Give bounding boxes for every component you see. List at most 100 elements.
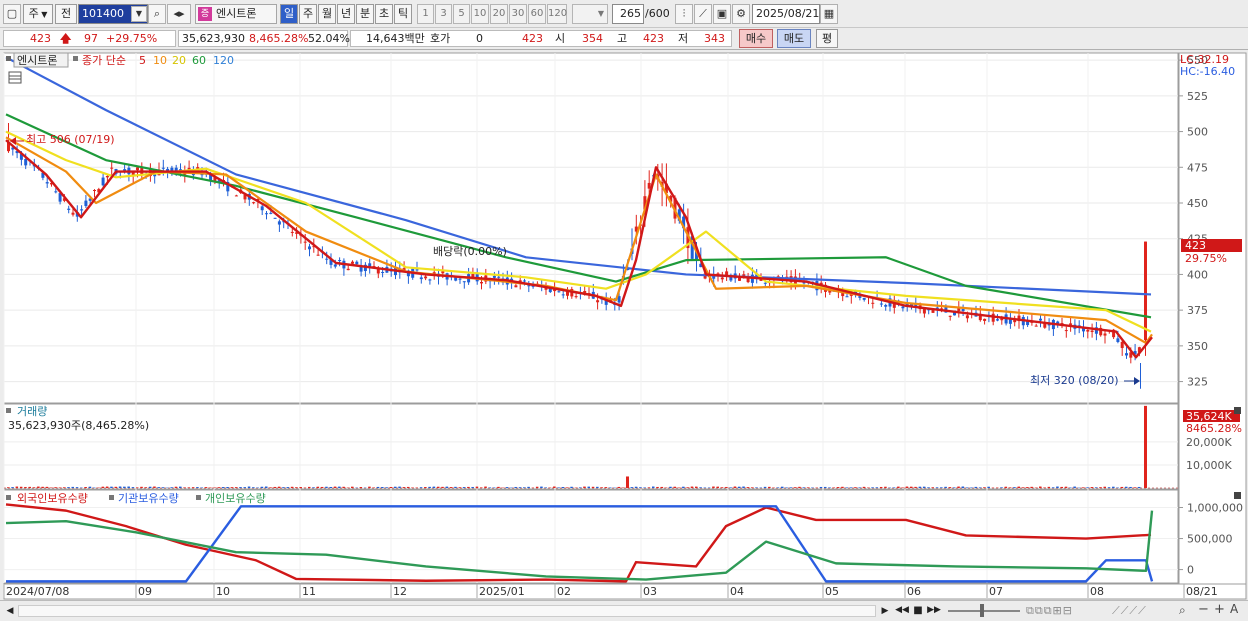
volume-bar: [854, 487, 857, 488]
zoom-out-icon[interactable]: −: [1198, 602, 1209, 617]
volume-bar: [1086, 487, 1089, 488]
candle-body: [110, 167, 114, 169]
volume-bar: [914, 486, 917, 488]
minute-option-button[interactable]: 60: [528, 4, 546, 24]
candle-body: [316, 254, 320, 256]
minute-option-button[interactable]: 120: [547, 4, 567, 24]
calendar-icon[interactable]: ▦: [820, 4, 838, 24]
period-button[interactable]: 초: [375, 4, 393, 24]
volume-bar: [940, 487, 943, 488]
minute-option-button[interactable]: 3: [435, 4, 452, 24]
volume-bar: [458, 487, 461, 488]
panel-maximize-icon[interactable]: [1234, 407, 1241, 414]
sound-icon[interactable]: ◂▸: [167, 4, 191, 24]
eval-button[interactable]: 평: [816, 29, 838, 48]
sell-button[interactable]: 매도: [777, 29, 811, 48]
volume-bar: [424, 486, 427, 488]
period-button[interactable]: 일: [280, 4, 298, 24]
gear-icon[interactable]: ⚙: [732, 4, 750, 24]
date-input[interactable]: 2025/08/21: [752, 4, 820, 24]
stock-chart[interactable]: 55052550047545042540037535032520,000K10,…: [0, 51, 1248, 600]
rewind-icon[interactable]: ◀◀: [895, 603, 909, 618]
candle-body: [561, 294, 565, 296]
layout-tools-icon[interactable]: ⧉⧉⧉⊞⊟: [1026, 603, 1073, 618]
window-icon[interactable]: ▢: [3, 4, 21, 24]
minute-option-button[interactable]: 30: [509, 4, 527, 24]
fast-forward-icon[interactable]: ▶▶: [927, 603, 941, 618]
zoom-slider[interactable]: [948, 610, 1020, 612]
save-icon[interactable]: ▣: [713, 4, 731, 24]
candle-body: [303, 241, 307, 243]
zoom-slider-handle[interactable]: [980, 604, 984, 617]
volume-bar: [828, 487, 831, 488]
stop-icon[interactable]: ■: [912, 603, 924, 618]
candle-body: [351, 261, 354, 264]
period-button[interactable]: 년: [337, 4, 355, 24]
stock-code-value: 101400: [82, 7, 124, 20]
period-button[interactable]: 월: [318, 4, 336, 24]
volume-bar: [265, 486, 268, 488]
volume-bar: [62, 487, 66, 488]
volume-bar: [359, 487, 363, 488]
volume-panel: [3, 403, 1179, 490]
volume-bar: [935, 487, 939, 488]
search-icon[interactable]: ⌕: [148, 4, 166, 24]
volume-bar: [1107, 487, 1111, 488]
scroll-track[interactable]: [18, 605, 876, 617]
volume-bar-latest: [1144, 405, 1147, 488]
count-input[interactable]: 265: [612, 4, 644, 24]
volume-bullet-icon: [6, 408, 11, 413]
current-price-tag-text: 423: [1185, 239, 1206, 252]
stock-name-box[interactable]: 증 엔시트론: [195, 4, 277, 24]
volume-bar: [686, 487, 689, 488]
volume-bar: [1073, 486, 1076, 488]
volume-bar: [639, 487, 642, 488]
volume-bar: [905, 486, 909, 488]
period-type-dropdown[interactable]: 주 ▼: [23, 4, 53, 24]
candle-body: [424, 276, 428, 279]
individual-bullet-icon: [196, 495, 201, 500]
volume-bar: [729, 487, 732, 488]
volume-bar: [37, 486, 40, 488]
minute-option-button[interactable]: 5: [453, 4, 470, 24]
candle-body: [492, 275, 496, 278]
quote-bar: 423 🡅 97 +29.75% 35,623,930 8,465.28% 52…: [0, 28, 1248, 50]
minute-custom-dropdown[interactable]: ▼: [572, 4, 608, 24]
volume-bar: [970, 487, 973, 488]
font-size-icon[interactable]: A: [1230, 602, 1238, 617]
minute-option-button[interactable]: 1: [417, 4, 434, 24]
volume-bar: [282, 487, 285, 488]
minute-option-button[interactable]: 20: [490, 4, 508, 24]
low-annotation: 최저 320 (08/20): [1030, 374, 1119, 387]
volume-bar: [518, 487, 522, 488]
scroll-left-icon[interactable]: ◀: [3, 604, 17, 618]
prefix-button[interactable]: 전: [55, 4, 77, 24]
period-button[interactable]: 분: [356, 4, 374, 24]
period-button[interactable]: 주: [299, 4, 317, 24]
volume-bar: [609, 487, 612, 488]
grid-table-icon[interactable]: [8, 71, 22, 84]
volume-bar: [1094, 487, 1098, 488]
volume-bar: [682, 486, 685, 488]
period-button[interactable]: 틱: [394, 4, 412, 24]
zoom-search-icon[interactable]: ⌕: [1179, 603, 1186, 618]
minute-option-button[interactable]: 10: [471, 4, 489, 24]
panel-maximize-icon[interactable]: [1234, 492, 1241, 499]
buy-button[interactable]: 매수: [739, 29, 773, 48]
zoom-in-icon[interactable]: +: [1214, 602, 1225, 617]
candle-body: [277, 221, 281, 225]
hc-label: HC:-16.40: [1180, 65, 1235, 78]
volume-bar: [931, 487, 934, 488]
volume-value-text: 35,623,930주(8,465.28%): [8, 419, 149, 432]
candle-body: [996, 319, 999, 321]
volume-bar: [535, 486, 539, 488]
draw-tool-icon[interactable]: ⟋: [694, 4, 712, 24]
code-dropdown-icon[interactable]: ▼: [131, 6, 147, 22]
chart-type-icon[interactable]: ⫶: [675, 4, 693, 24]
dividend-annotation: 배당락(0.00%): [433, 245, 507, 258]
price-y-tick: 400: [1187, 268, 1208, 281]
scroll-right-icon[interactable]: ▶: [878, 604, 892, 618]
candle-body: [596, 300, 600, 303]
line-tools-icon[interactable]: ⟋⟋⟋⟋: [1112, 603, 1147, 618]
volume-value: 35,623,930: [182, 32, 245, 45]
